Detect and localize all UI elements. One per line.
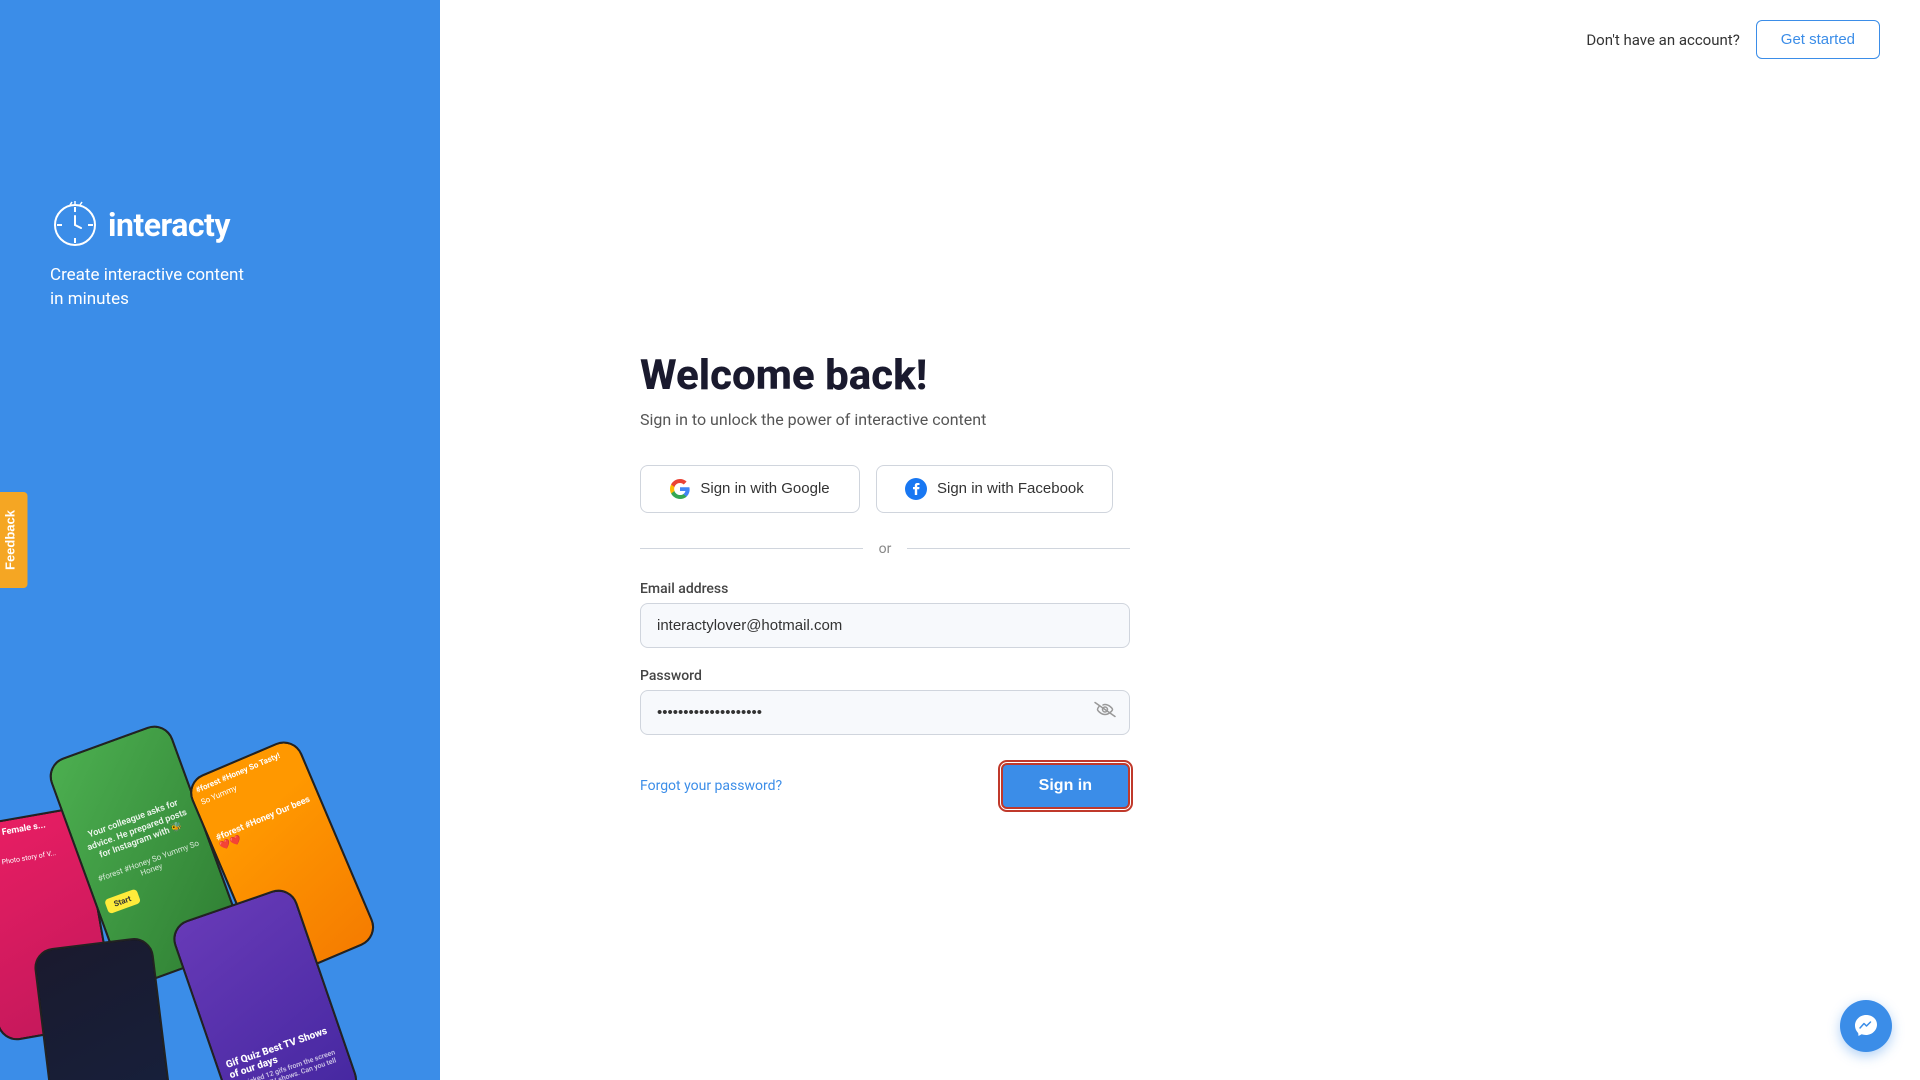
divider-line-right [907,548,1130,549]
google-signin-button[interactable]: Sign in with Google [640,465,860,513]
facebook-icon [905,478,927,500]
no-account-text: Don't have an account? [1586,31,1739,49]
logo-text: interacty [108,206,230,244]
left-panel: interacty Create interactive content in … [0,0,440,1080]
password-input[interactable] [640,690,1130,735]
logo-area: interacty [50,200,230,250]
page-title: Welcome back! [640,351,1340,400]
password-label: Password [640,668,1130,684]
get-started-button[interactable]: Get started [1756,20,1880,59]
toggle-password-icon[interactable] [1094,702,1116,723]
feedback-button[interactable]: Feedback [0,492,27,588]
sign-in-button[interactable]: Sign in [1001,763,1130,809]
divider-line-left [640,548,863,549]
form-container: Welcome back! Sign in to unlock the powe… [440,79,1340,1080]
social-buttons-row: Sign in with Google Sign in with Faceboo… [640,465,1340,513]
facebook-btn-label: Sign in with Facebook [937,480,1084,497]
google-btn-label: Sign in with Google [700,480,829,497]
messenger-icon [1853,1013,1879,1039]
right-panel: Don't have an account? Get started Welco… [440,0,1920,1080]
email-label: Email address [640,581,1130,597]
email-group: Email address [640,581,1130,648]
messenger-fab[interactable] [1840,1000,1892,1052]
logo-icon [50,200,100,250]
divider: or [640,541,1130,557]
password-group: Password [640,668,1130,735]
top-bar: Don't have an account? Get started [440,0,1920,79]
form-actions: Forgot your password? Sign in [640,763,1130,809]
tagline: Create interactive content in minutes [50,264,244,312]
google-icon [670,479,690,499]
page-subtitle: Sign in to unlock the power of interacti… [640,410,1340,429]
email-input[interactable] [640,603,1130,648]
phones-illustration: Female s... Photo story of V... Your col… [0,690,440,1080]
facebook-signin-button[interactable]: Sign in with Facebook [876,465,1113,513]
password-wrapper [640,690,1130,735]
divider-text: or [879,541,892,557]
feedback-wrapper: Feedback [0,523,58,558]
forgot-password-link[interactable]: Forgot your password? [640,778,782,794]
